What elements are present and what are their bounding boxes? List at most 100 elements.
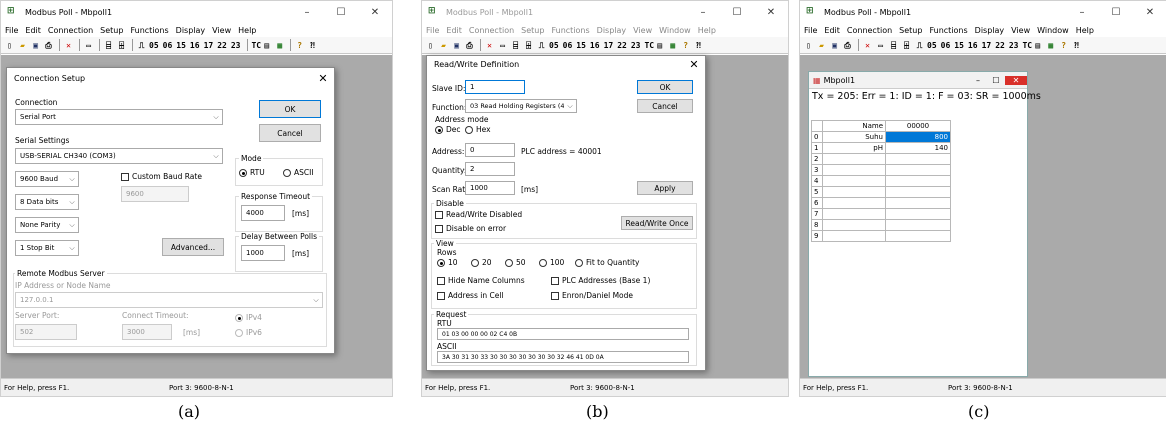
close-icon[interactable]: ✕ (358, 7, 392, 18)
row-value[interactable] (885, 164, 951, 176)
stop-bit-select[interactable]: 1 Stop Bit ⌵ (15, 240, 79, 256)
maximize-icon[interactable]: ☐ (720, 7, 754, 18)
ok-button[interactable]: OK (259, 100, 321, 118)
hide-name-columns-checkbox[interactable]: Hide Name Columns (437, 276, 525, 285)
table-row[interactable]: 7 (811, 208, 951, 220)
address-input[interactable]: 0 (465, 143, 515, 157)
disconnect-icon[interactable]: ⌹ (901, 40, 912, 51)
menu-display[interactable]: Display (597, 26, 627, 35)
chart-icon[interactable]: ▦ (274, 40, 285, 51)
fc-23-button[interactable]: 23 (1009, 41, 1019, 50)
connect-icon[interactable]: ⌸ (103, 40, 114, 51)
pulse-icon[interactable]: ⎍ (536, 40, 547, 51)
delete-icon[interactable]: ✕ (484, 40, 495, 51)
close-icon[interactable]: ✕ (754, 7, 788, 18)
enron-checkbox[interactable]: Enron/Daniel Mode (551, 291, 633, 300)
fc-23-button[interactable]: 23 (631, 41, 641, 50)
apply-button[interactable]: Apply (637, 181, 693, 195)
fc-15-button[interactable]: 15 (954, 41, 964, 50)
menu-functions[interactable]: Functions (130, 26, 168, 35)
ok-button[interactable]: OK (637, 80, 693, 94)
ipv4-radio[interactable]: IPv4 (235, 313, 262, 322)
connect-timeout-input[interactable]: 3000 (122, 324, 172, 340)
table-row[interactable]: 0 Suhu 800 (811, 131, 951, 143)
open-folder-icon[interactable]: ▰ (816, 40, 827, 51)
rw-disabled-checkbox[interactable]: Read/Write Disabled (435, 210, 522, 219)
help-icon[interactable]: ? (294, 40, 305, 51)
table-row[interactable]: 2 (811, 153, 951, 165)
fc-06-button[interactable]: 06 (163, 41, 173, 50)
menu-display[interactable]: Display (975, 26, 1005, 35)
context-help-icon[interactable]: ⁈ (693, 40, 704, 51)
print-icon[interactable]: ⎙ (43, 40, 54, 51)
chart-icon[interactable]: ▦ (667, 40, 678, 51)
rows-100-radio[interactable]: 100 (539, 258, 564, 267)
menu-file[interactable]: File (426, 26, 439, 35)
parity-select[interactable]: None Parity ⌵ (15, 217, 79, 233)
plc-base-checkbox[interactable]: PLC Addresses (Base 1) (551, 276, 650, 285)
menu-help[interactable]: Help (698, 26, 716, 35)
fc-17-button[interactable]: 17 (982, 41, 992, 50)
table-row[interactable]: 9 (811, 230, 951, 242)
table-row[interactable]: 1 pH 140 (811, 142, 951, 154)
menu-display[interactable]: Display (176, 26, 206, 35)
advanced-button[interactable]: Advanced... (162, 238, 224, 256)
save-icon[interactable]: ▣ (829, 40, 840, 51)
delay-input[interactable]: 1000 (241, 245, 285, 261)
menu-file[interactable]: File (804, 26, 817, 35)
table-row[interactable]: 8 (811, 219, 951, 231)
tc-button[interactable]: TC (251, 41, 261, 50)
fc-05-button[interactable]: 05 (549, 41, 559, 50)
dec-radio[interactable]: Dec (435, 125, 461, 134)
delete-icon[interactable]: ✕ (63, 40, 74, 51)
new-file-icon[interactable]: ▯ (425, 40, 436, 51)
window-icon[interactable]: ▭ (497, 40, 508, 51)
slave-id-input[interactable]: 1 (465, 80, 525, 94)
rw-once-button[interactable]: Read/Write Once (621, 216, 693, 230)
address-in-cell-checkbox[interactable]: Address in Cell (437, 291, 504, 300)
menu-view[interactable]: View (1011, 26, 1030, 35)
custom-baud-input[interactable]: 9600 (121, 186, 189, 202)
menu-edit[interactable]: Edit (25, 26, 41, 35)
pulse-icon[interactable]: ⎍ (136, 40, 147, 51)
menu-connection[interactable]: Connection (847, 26, 892, 35)
data-bits-select[interactable]: 8 Data bits ⌵ (15, 194, 79, 210)
response-timeout-input[interactable]: 4000 (241, 205, 285, 221)
minimize-icon[interactable]: – (1065, 7, 1099, 18)
row-value[interactable] (885, 153, 951, 165)
table-row[interactable]: 4 (811, 175, 951, 187)
ipv6-radio[interactable]: IPv6 (235, 328, 262, 337)
help-icon[interactable]: ? (1058, 40, 1069, 51)
monitor-icon[interactable]: ▤ (1032, 40, 1043, 51)
row-value[interactable] (885, 230, 951, 242)
monitor-icon[interactable]: ▤ (654, 40, 665, 51)
delete-icon[interactable]: ✕ (862, 40, 873, 51)
new-file-icon[interactable]: ▯ (4, 40, 15, 51)
fc-17-button[interactable]: 17 (604, 41, 614, 50)
fc-16-button[interactable]: 16 (968, 41, 978, 50)
menu-view[interactable]: View (212, 26, 231, 35)
menu-connection[interactable]: Connection (48, 26, 93, 35)
connection-select[interactable]: Serial Port ⌵ (15, 109, 223, 125)
menu-functions[interactable]: Functions (929, 26, 967, 35)
row-value[interactable]: 800 (885, 131, 951, 143)
row-value[interactable] (885, 208, 951, 220)
mdi-minimize-icon[interactable]: – (969, 76, 987, 85)
hex-radio[interactable]: Hex (465, 125, 491, 134)
menu-window[interactable]: Window (1037, 26, 1069, 35)
fc-06-button[interactable]: 06 (563, 41, 573, 50)
help-icon[interactable]: ? (680, 40, 691, 51)
mode-rtu-radio[interactable]: RTU (239, 168, 265, 177)
table-row[interactable]: 5 (811, 186, 951, 198)
row-value[interactable]: 140 (885, 142, 951, 154)
disconnect-icon[interactable]: ⌹ (116, 40, 127, 51)
rows-50-radio[interactable]: 50 (505, 258, 526, 267)
window-icon[interactable]: ▭ (875, 40, 886, 51)
tc-button[interactable]: TC (1022, 41, 1032, 50)
fc-05-button[interactable]: 05 (149, 41, 159, 50)
chart-icon[interactable]: ▦ (1045, 40, 1056, 51)
mdi-maximize-icon[interactable]: ☐ (987, 76, 1005, 85)
fc-16-button[interactable]: 16 (190, 41, 200, 50)
menu-edit[interactable]: Edit (824, 26, 840, 35)
row-value[interactable] (885, 186, 951, 198)
